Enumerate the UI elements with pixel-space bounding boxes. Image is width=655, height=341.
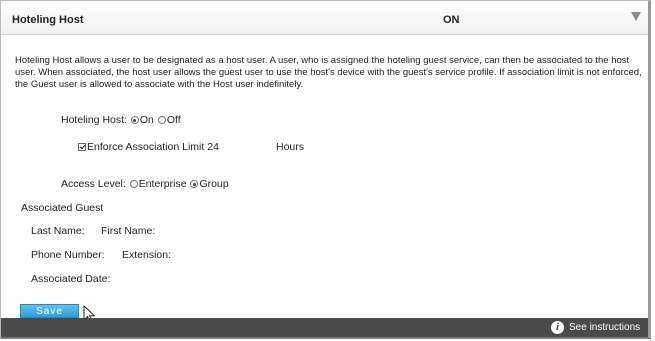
- access-group-radio[interactable]: [190, 180, 199, 188]
- access-enterprise-label: Enterprise: [138, 178, 187, 190]
- description-text: Hoteling Host allows a user to be design…: [15, 55, 642, 90]
- associated-guest-heading: Associated Guest: [21, 202, 104, 214]
- hoteling-host-label: Hoteling Host:: [61, 114, 127, 126]
- access-group-label: Group: [199, 178, 229, 190]
- first-name-label: First Name:: [101, 225, 156, 237]
- enforce-limit-row: Enforce Association Limit 24: [78, 141, 219, 153]
- access-enterprise-radio[interactable]: [129, 180, 138, 188]
- hoteling-host-panel: Hoteling Host ON Hoteling Host allows a …: [0, 0, 651, 339]
- save-button[interactable]: Save: [20, 304, 79, 318]
- associated-date-label: Associated Date:: [31, 273, 111, 285]
- hoteling-host-on-label: On: [139, 114, 154, 126]
- info-icon[interactable]: i: [551, 321, 564, 334]
- panel-header[interactable]: Hoteling Host ON: [1, 1, 648, 35]
- association-limit-value[interactable]: 24: [207, 141, 219, 153]
- enforce-limit-checkbox[interactable]: [78, 143, 86, 151]
- see-instructions-link[interactable]: See instructions: [569, 322, 640, 333]
- hoteling-host-off-radio[interactable]: [157, 116, 166, 124]
- hoteling-host-off-label: Off: [166, 114, 181, 126]
- panel-footer: i See instructions: [1, 318, 648, 337]
- phone-number-label: Phone Number:: [31, 249, 105, 261]
- access-level-label: Access Level:: [61, 178, 126, 190]
- extension-label: Extension:: [122, 249, 172, 261]
- panel-title: Hoteling Host: [12, 14, 84, 26]
- status-value: ON: [443, 14, 460, 26]
- hoteling-host-row: Hoteling Host: On Off: [61, 114, 181, 126]
- chevron-down-icon[interactable]: [631, 12, 641, 21]
- last-name-label: Last Name:: [31, 225, 85, 237]
- access-level-row: Access Level: Enterprise Group: [61, 178, 229, 190]
- hours-unit: Hours: [276, 141, 305, 153]
- hoteling-host-on-radio[interactable]: [130, 116, 139, 124]
- enforce-limit-label: Enforce Association Limit: [87, 141, 205, 153]
